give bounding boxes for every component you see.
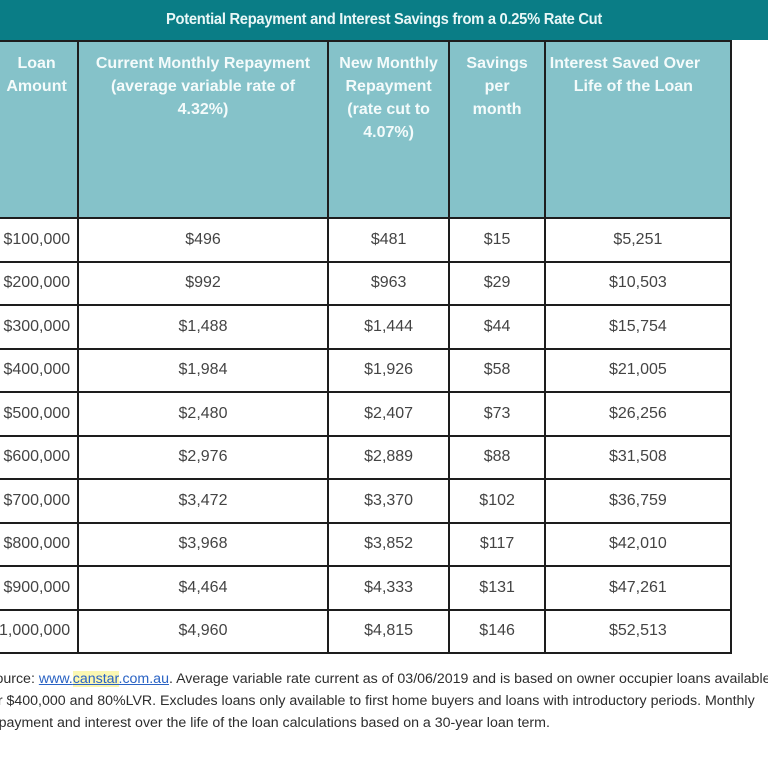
loan-amount-cell: $100,000 (0, 217, 80, 263)
column-header-savings-per-month: Savings per month (448, 40, 546, 219)
current-repayment-cell: $3,472 (77, 478, 329, 524)
table-row: $800,000 $3,968 $3,852 $117 $42,010 (0, 521, 733, 567)
source-footnote: Source: www.canstar.com.au. Average vari… (0, 668, 768, 734)
current-repayment-cell: $2,480 (77, 391, 329, 437)
savings-per-month-cell: $73 (448, 391, 546, 437)
interest-saved-cell: $42,010 (543, 521, 733, 567)
table-header-row: Loan Amount Current Monthly Repayment (a… (0, 40, 733, 219)
interest-saved-cell: $10,503 (543, 260, 733, 306)
table-title-text: Potential Repayment and Interest Savings… (165, 11, 603, 28)
table-title: Potential Repayment and Interest Savings… (0, 0, 768, 40)
new-repayment-cell: $481 (326, 217, 451, 263)
current-repayment-cell: $4,960 (77, 608, 329, 654)
loan-amount-cell: $600,000 (0, 434, 80, 480)
table-row: $200,000 $992 $963 $29 $10,503 (0, 260, 733, 306)
table-row: $700,000 $3,472 $3,370 $102 $36,759 (0, 478, 733, 524)
savings-per-month-cell: $117 (448, 521, 546, 567)
loan-amount-cell: $300,000 (0, 304, 80, 350)
loan-amount-cell: $700,000 (0, 478, 80, 524)
loan-amount-cell: $1,000,000 (0, 608, 80, 654)
savings-per-month-cell: $102 (448, 478, 546, 524)
table-row: $100,000 $496 $481 $15 $5,251 (0, 217, 733, 263)
table-row: $600,000 $2,976 $2,889 $88 $31,508 (0, 434, 733, 480)
savings-per-month-cell: $29 (448, 260, 546, 306)
new-repayment-cell: $3,370 (326, 478, 451, 524)
savings-per-month-cell: $58 (448, 347, 546, 393)
new-repayment-cell: $3,852 (326, 521, 451, 567)
savings-per-month-cell: $44 (448, 304, 546, 350)
interest-saved-cell: $26,256 (543, 391, 733, 437)
loan-amount-cell: $500,000 (0, 391, 80, 437)
interest-saved-cell: $47,261 (543, 565, 733, 611)
current-repayment-cell: $1,984 (77, 347, 329, 393)
new-repayment-cell: $963 (326, 260, 451, 306)
repayment-table: Loan Amount Current Monthly Repayment (a… (0, 40, 733, 654)
loan-amount-cell: $900,000 (0, 565, 80, 611)
loan-amount-cell: $200,000 (0, 260, 80, 306)
column-header-new-repayment: New Monthly Repayment (rate cut to 4.07%… (326, 40, 451, 219)
link-highlight: canstar (72, 671, 119, 687)
canstar-link[interactable]: www.canstar.com.au (39, 671, 169, 687)
interest-saved-cell: $36,759 (543, 478, 733, 524)
column-header-interest-saved: Interest Saved Over Life of the Loan (543, 40, 733, 219)
interest-saved-cell: $21,005 (543, 347, 733, 393)
table-row: $300,000 $1,488 $1,444 $44 $15,754 (0, 304, 733, 350)
new-repayment-cell: $1,926 (326, 347, 451, 393)
column-header-loan-amount: Loan Amount (0, 40, 80, 219)
table-row: $500,000 $2,480 $2,407 $73 $26,256 (0, 391, 733, 437)
new-repayment-cell: $2,407 (326, 391, 451, 437)
current-repayment-cell: $496 (77, 217, 329, 263)
table-row: $400,000 $1,984 $1,926 $58 $21,005 (0, 347, 733, 393)
interest-saved-cell: $5,251 (543, 217, 733, 263)
interest-saved-cell: $52,513 (543, 608, 733, 654)
savings-per-month-cell: $131 (448, 565, 546, 611)
loan-amount-cell: $800,000 (0, 521, 80, 567)
savings-per-month-cell: $15 (448, 217, 546, 263)
new-repayment-cell: $2,889 (326, 434, 451, 480)
table-row: $900,000 $4,464 $4,333 $131 $47,261 (0, 565, 733, 611)
current-repayment-cell: $992 (77, 260, 329, 306)
interest-saved-cell: $31,508 (543, 434, 733, 480)
savings-per-month-cell: $146 (448, 608, 546, 654)
table-row: $1,000,000$4,960$4,815$146$52,513 (0, 608, 733, 654)
current-repayment-cell: $4,464 (77, 565, 329, 611)
current-repayment-cell: $1,488 (77, 304, 329, 350)
column-header-current-repayment: Current Monthly Repayment (average varia… (77, 40, 329, 219)
current-repayment-cell: $2,976 (77, 434, 329, 480)
savings-per-month-cell: $88 (448, 434, 546, 480)
new-repayment-cell: $4,815 (326, 608, 451, 654)
footnote-prefix: Source: (0, 671, 35, 687)
loan-amount-cell: $400,000 (0, 347, 80, 393)
current-repayment-cell: $3,968 (77, 521, 329, 567)
interest-saved-cell: $15,754 (543, 304, 733, 350)
new-repayment-cell: $4,333 (326, 565, 451, 611)
new-repayment-cell: $1,444 (326, 304, 451, 350)
